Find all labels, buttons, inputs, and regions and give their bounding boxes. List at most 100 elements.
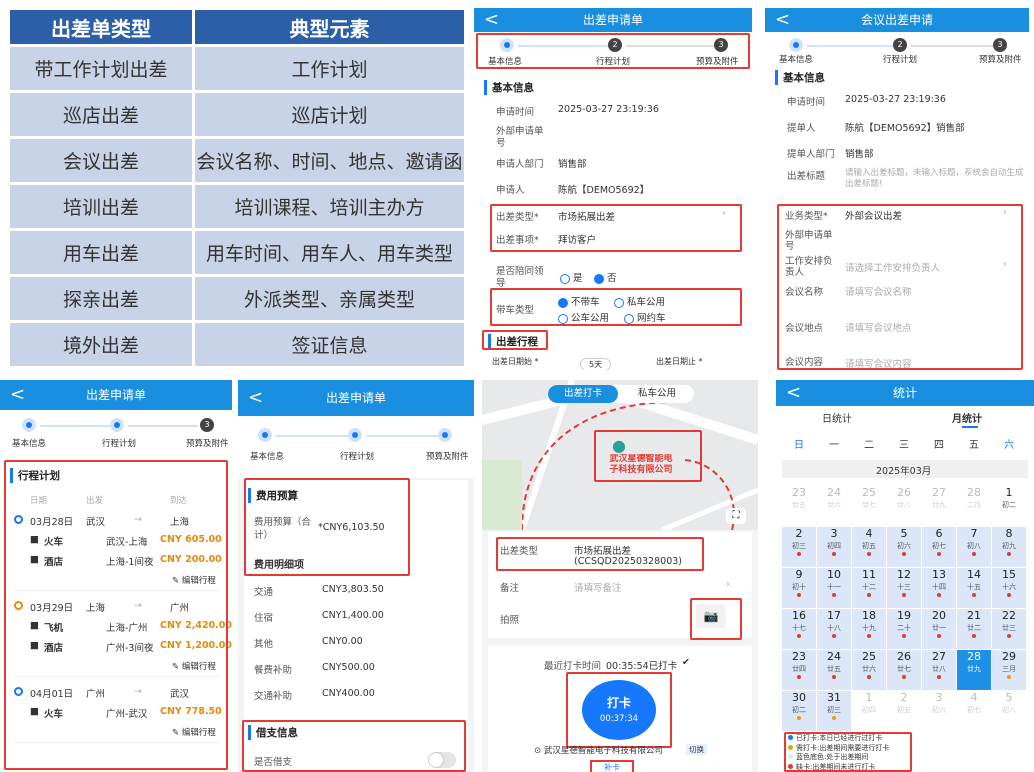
budget-item-label: 餐费补助 [254,665,293,676]
step-label-budget: 预算及附件 [979,55,1022,65]
calendar-day[interactable]: 14 十五 [957,568,991,608]
label-submitter: 提单人 [787,123,816,134]
label-start-date: 出差日期始 * [492,357,539,366]
title-bar: < 统计 [776,380,1034,406]
itinerary-highlight [4,460,228,770]
photo-highlight [690,598,742,640]
calendar-day[interactable]: 19 二十 [887,609,921,649]
check-icon: ✔ [682,657,690,668]
calendar-day[interactable]: 7 初八 [957,527,991,567]
calendar-day[interactable]: 20 廿一 [922,609,956,649]
table-cell-elements: 用车时间、用车人、用车类型 [195,231,464,274]
back-icon[interactable]: < [248,380,263,416]
calendar-day[interactable]: 13 十四 [922,568,956,608]
calendar-day[interactable]: 27 廿八 [922,650,956,690]
label-applicant: 申请人 [496,185,525,196]
label-memo: 备注 [500,583,520,594]
back-icon[interactable]: < [484,8,499,32]
step-1-icon [22,418,36,432]
calendar-day[interactable]: 3 初六 [922,691,956,731]
budget-item-value: CNY3,803.50 [322,584,384,595]
table-cell-elements: 外派类型、亲属类型 [195,277,464,320]
weekday-label: 五 [969,440,979,451]
calendar-day[interactable]: 5 初八 [992,691,1026,731]
calendar-day[interactable]: 22 廿三 [992,609,1026,649]
tab-checkin[interactable]: 出差打卡 [548,385,618,403]
calendar-day[interactable]: 2 初三 [782,527,816,567]
calendar-day[interactable]: 28 二月 [957,486,991,526]
calendar-day[interactable]: 17 十八 [817,609,851,649]
budget-item-label: 其他 [254,639,274,650]
calendar-day[interactable]: 8 初九 [992,527,1026,567]
calendar-day[interactable]: 24 廿六 [817,486,851,526]
section-title: 基本信息 [484,80,534,95]
title-bar: < 出差申请单 [474,8,752,32]
trip-title-input[interactable]: 请输入出差标题，未输入标题，系统会自动生成出差标题! [845,168,1025,190]
value-apply-time: 2025-03-27 23:19:36 [558,104,659,115]
calendar-day[interactable]: 23 廿五 [782,486,816,526]
location-text: ⊙ 武汉星德智能电子科技有限公司 [534,746,663,756]
calendar-day[interactable]: 25 廿七 [852,486,886,526]
budget-item-value: CNY500.00 [322,662,375,673]
budget-item-value: CNY400.00 [322,688,375,699]
back-icon[interactable]: < [10,380,25,410]
radio-no[interactable]: 否 [594,270,617,284]
panel-budget: < 出差申请单 基本信息 行程计划 预算及附件 费用预算 费用预算（合计） *CN… [238,380,474,772]
budget-item-label: 住宿 [254,613,274,624]
calendar-day[interactable]: 5 初六 [887,527,921,567]
makeup-checkin-button[interactable]: 补卡 [590,760,634,772]
tab-daily[interactable]: 日统计 [822,410,852,425]
calendar-day[interactable]: 2 初五 [887,691,921,731]
calendar-day[interactable]: 31 初三 [817,691,851,731]
calendar-day[interactable]: 18 十九 [852,609,886,649]
calendar-day[interactable]: 27 廿九 [922,486,956,526]
calendar-day[interactable]: 29 三月 [992,650,1026,690]
calendar-day[interactable]: 26 廿七 [887,650,921,690]
table-header-type: 出差单类型 [10,10,192,44]
radio-yes[interactable]: 是 [560,270,583,284]
calendar-day[interactable]: 23 廿四 [782,650,816,690]
tab-private-car[interactable]: 私车公用 [624,385,690,403]
pin-icon: ⊙ [534,746,544,756]
calendar-day[interactable]: 11 十二 [852,568,886,608]
calendar-day[interactable]: 4 初七 [957,691,991,731]
calendar-day[interactable]: 3 初四 [817,527,851,567]
calendar-day[interactable]: 9 初十 [782,568,816,608]
calendar-day[interactable]: 12 十三 [887,568,921,608]
calendar-day[interactable]: 28 廿九 [957,650,991,690]
panel-travel-form-basic: < 出差申请单 2 3 基本信息 行程计划 预算及附件 基本信息 申请时间 202… [474,8,752,370]
value-apply-time: 2025-03-27 23:19:36 [845,94,946,105]
scan-icon[interactable]: ⛶ [726,508,746,524]
step-1-icon [789,38,803,52]
calendar-day[interactable]: 26 廿八 [887,486,921,526]
calendar-day[interactable]: 15 十六 [992,568,1026,608]
label-external-no: 外部申请单号 [496,126,544,149]
calendar-day[interactable]: 1 初二 [992,486,1026,526]
step-label-budget: 预算及附件 [426,452,469,462]
switch-location-button[interactable]: 切换 [686,744,707,755]
label-apply-time: 申请时间 [787,97,826,108]
step-label-budget: 预算及附件 [186,439,229,449]
back-icon[interactable]: < [786,380,801,406]
calendar-day[interactable]: 24 廿五 [817,650,851,690]
calendar-day[interactable]: 6 初七 [922,527,956,567]
panel-itinerary: < 出差申请单 3 基本信息 行程计划 预算及附件 行程计划 日期 出发 到达 0… [0,380,232,772]
tab-monthly[interactable]: 月统计 [952,410,982,425]
label-photo: 拍照 [500,615,520,626]
calendar-day[interactable]: 30 初二 [782,691,816,731]
calendar-day[interactable]: 21 廿二 [957,609,991,649]
title-bar: < 出差申请单 [238,380,474,416]
budget-highlight [244,478,410,576]
chevron-right-icon[interactable]: › [726,579,730,590]
memo-input[interactable]: 请填写备注 [574,580,622,594]
step-2-icon [110,418,124,432]
title-bar: < 会议出差申请 [765,8,1029,32]
table-header-elements: 典型元素 [195,10,464,44]
calendar-day[interactable]: 1 初四 [852,691,886,731]
back-icon[interactable]: < [775,8,790,32]
calendar-day[interactable]: 25 廿六 [852,650,886,690]
calendar-day[interactable]: 10 十一 [817,568,851,608]
calendar-day[interactable]: 4 初五 [852,527,886,567]
calendar-day[interactable]: 16 十七 [782,609,816,649]
table-cell-elements: 会议名称、时间、地点、邀请函 [195,139,464,182]
